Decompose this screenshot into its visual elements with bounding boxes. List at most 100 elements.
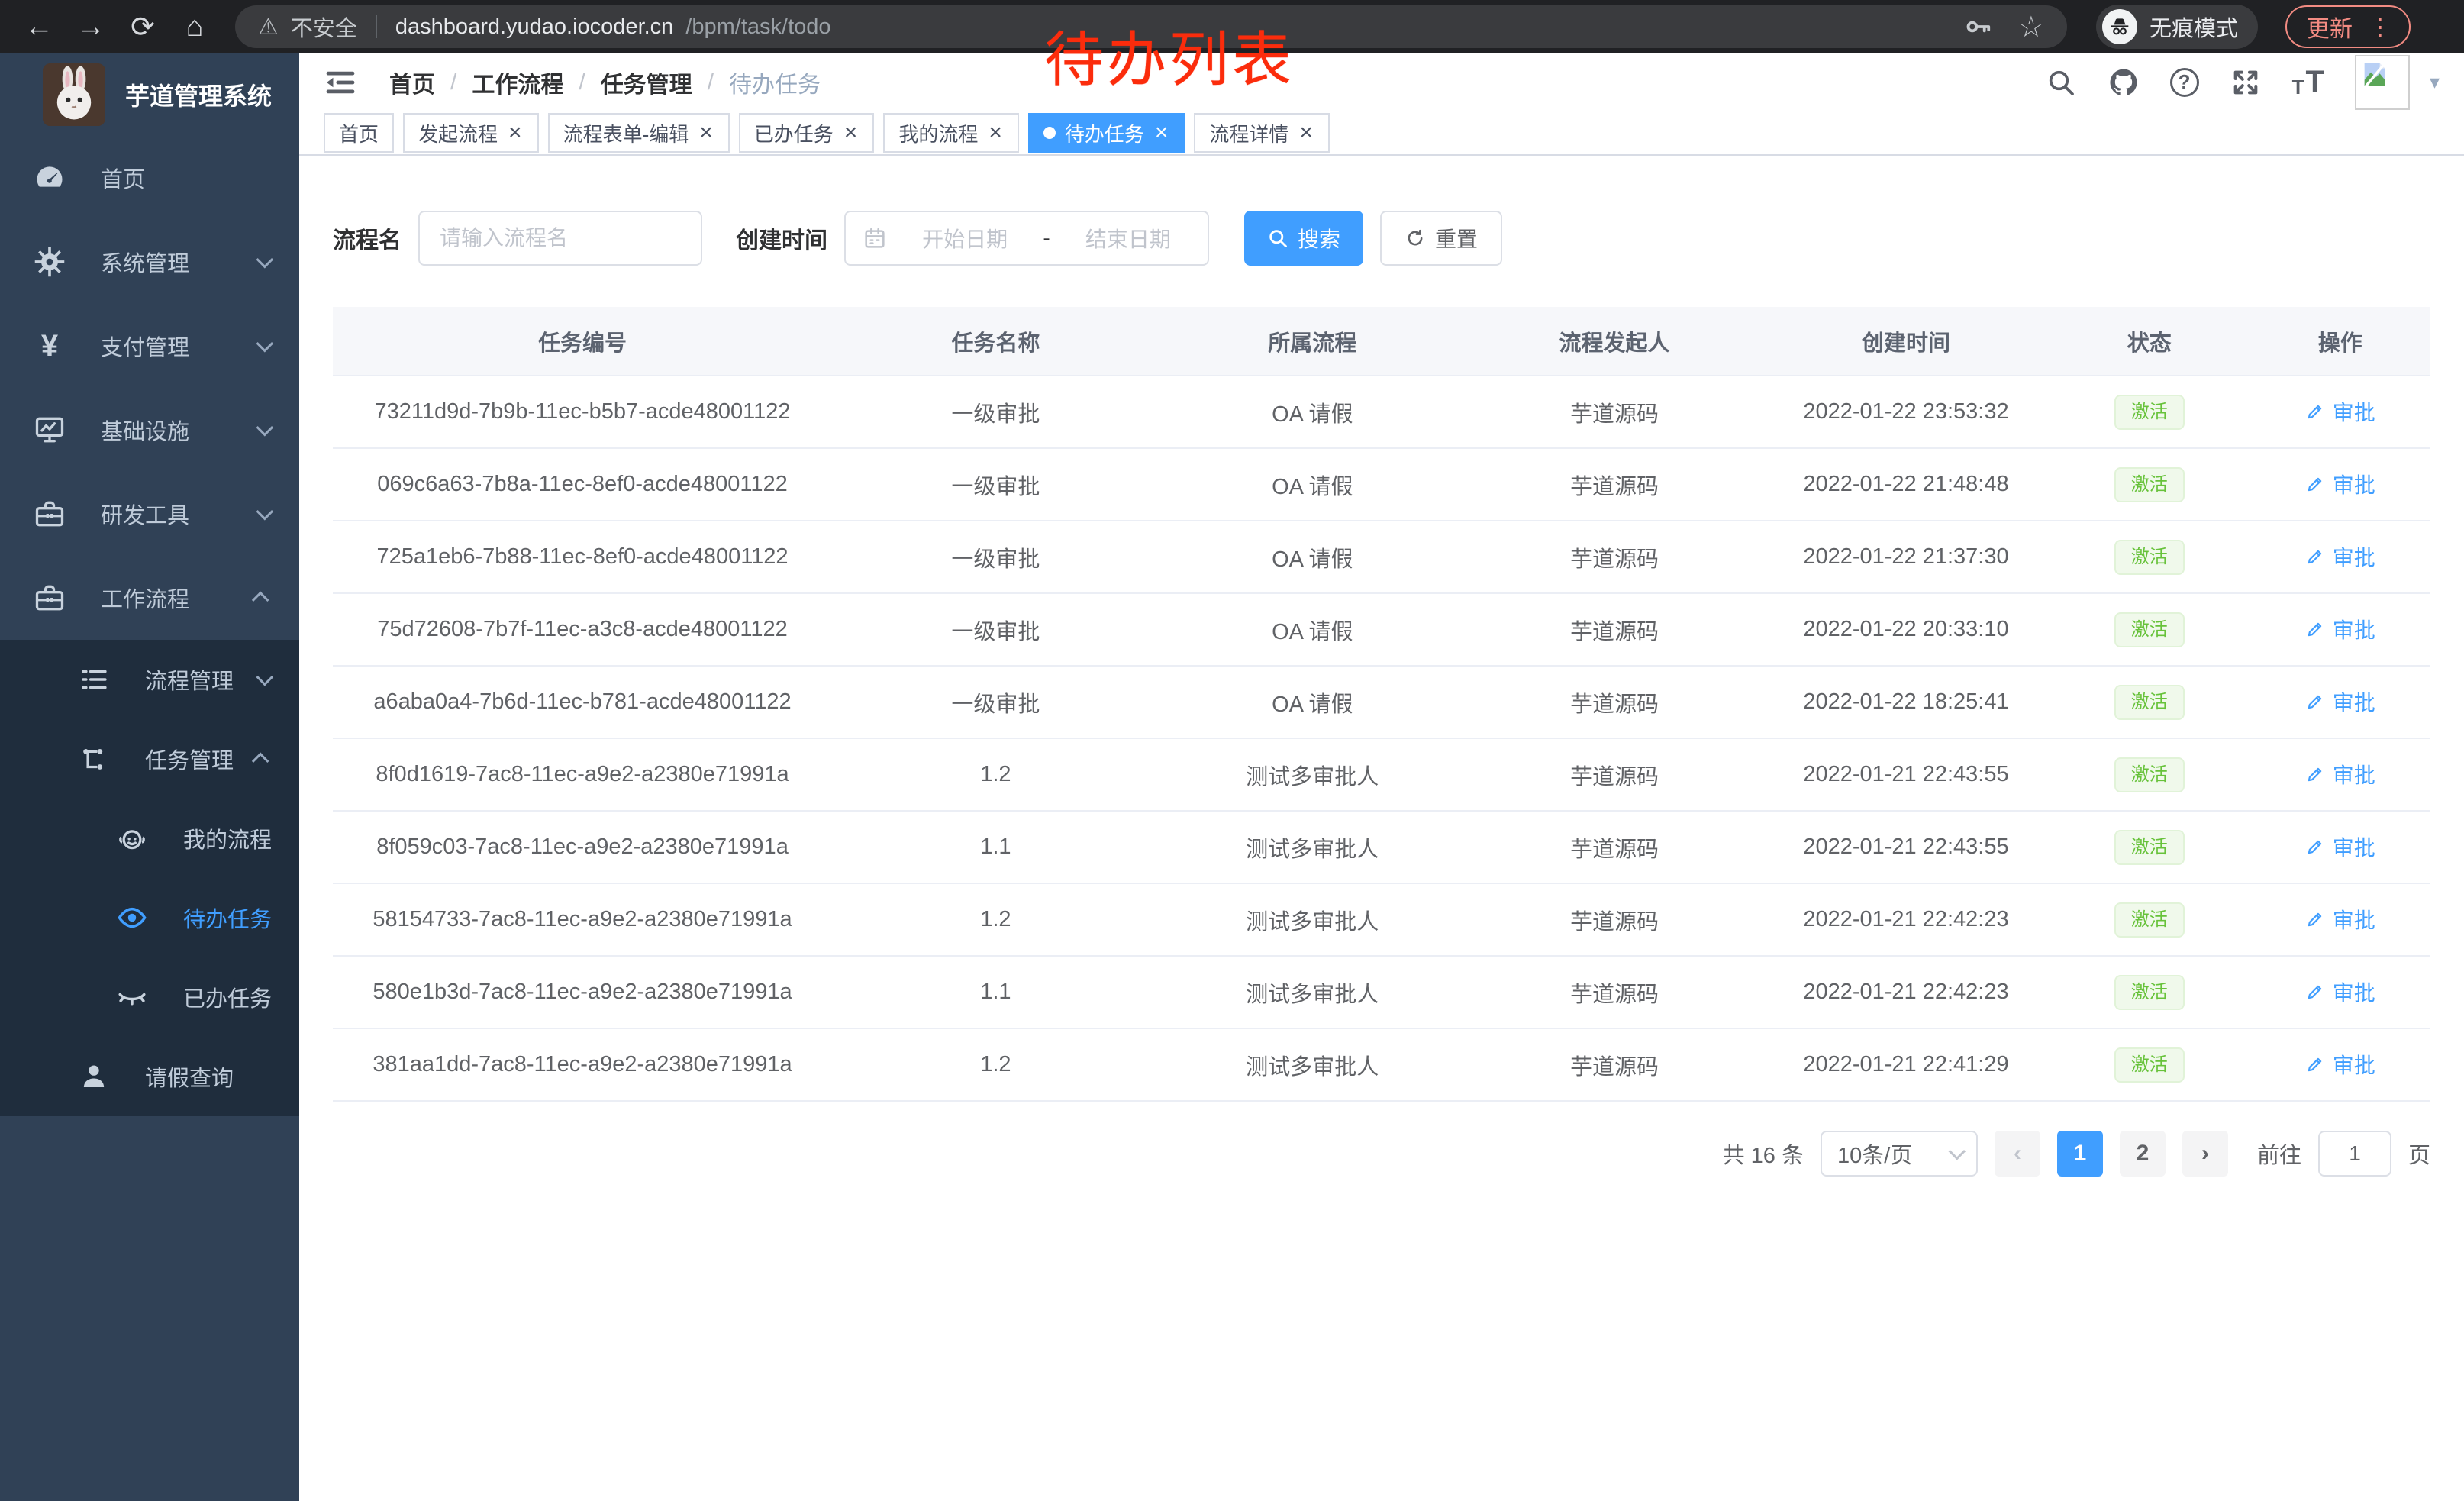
reset-button[interactable]: 重置 (1380, 211, 1502, 266)
chevron-down-icon (256, 419, 274, 437)
sidebar-item-infrastructure[interactable]: 基础设施 (0, 388, 299, 472)
cell-task-id: 725a1eb6-7b88-11ec-8ef0-acde48001122 (333, 521, 832, 593)
approve-link[interactable]: 审批 (2305, 469, 2375, 499)
table-row: 73211d9d-7b9b-11ec-b5b7-acde48001122 一级审… (333, 376, 2430, 448)
browser-back-button[interactable]: ← (17, 5, 61, 49)
back-icon: ← (24, 11, 53, 44)
cell-actions: 审批 (2250, 593, 2430, 666)
cell-starter: 芋道源码 (1466, 883, 1763, 956)
toolbox-icon (32, 580, 67, 615)
date-range-picker[interactable]: 开始日期 - 结束日期 (844, 211, 1209, 266)
search-icon[interactable] (2045, 66, 2077, 98)
approve-link[interactable]: 审批 (2305, 904, 2375, 934)
table-row: 580e1b3d-7ac8-11ec-a9e2-a2380e71991a 1.1… (333, 956, 2430, 1028)
cell-task-name: 1.2 (832, 883, 1159, 956)
cell-status: 激活 (2049, 1028, 2250, 1101)
address-divider (376, 15, 377, 38)
robot-face-icon (114, 821, 150, 856)
help-question-icon[interactable]: ? (2170, 68, 2199, 97)
tab[interactable]: 流程详情 × (1194, 113, 1330, 153)
sidebar-item-my-process[interactable]: 我的流程 (0, 799, 299, 878)
approve-link[interactable]: 审批 (2305, 614, 2375, 644)
cell-task-id: 8f0d1619-7ac8-11ec-a9e2-a2380e71991a (333, 738, 832, 811)
page-size-select[interactable]: 10条/页 (1821, 1131, 1978, 1177)
browser-reload-button[interactable]: ⟳ (121, 5, 165, 49)
sidebar-item-process-management[interactable]: 流程管理 (0, 640, 299, 719)
cell-actions: 审批 (2250, 666, 2430, 738)
breadcrumb-workflow[interactable]: 工作流程 (472, 66, 563, 99)
page-button-1[interactable]: 1 (2057, 1131, 2103, 1177)
person-icon (76, 1059, 111, 1094)
table-row: 069c6a63-7b8a-11ec-8ef0-acde48001122 一级审… (333, 448, 2430, 521)
top-navbar: 首页 / 工作流程 / 任务管理 / 待办任务 ? TT (299, 53, 2464, 111)
approve-link[interactable]: 审批 (2305, 976, 2375, 1007)
tab[interactable]: 流程表单-编辑 × (548, 113, 730, 153)
close-icon[interactable]: × (1153, 121, 1170, 144)
sidebar-collapse-icon[interactable] (324, 66, 357, 99)
cell-actions: 审批 (2250, 811, 2430, 883)
approve-link[interactable]: 审批 (2305, 831, 2375, 862)
fullscreen-icon[interactable] (2230, 66, 2262, 98)
sidebar-item-done-tasks[interactable]: 已办任务 (0, 957, 299, 1037)
update-label: 更新 (2307, 10, 2353, 44)
browser-update-button[interactable]: 更新 ⋮ (2285, 5, 2411, 48)
cell-status: 激活 (2049, 521, 2250, 593)
close-icon[interactable]: × (698, 121, 714, 144)
cell-process: OA 请假 (1159, 593, 1466, 666)
process-name-input[interactable] (418, 211, 702, 266)
avatar-caret-down-icon[interactable]: ▾ (2430, 70, 2440, 94)
cell-process: 测试多审批人 (1159, 811, 1466, 883)
edit-pencil-icon (2305, 402, 2325, 421)
bookmark-star-icon[interactable]: ☆ (2018, 10, 2044, 44)
tab[interactable]: 待办任务 × (1028, 113, 1185, 153)
approve-link[interactable]: 审批 (2305, 541, 2375, 572)
close-icon[interactable]: × (843, 121, 859, 144)
search-button[interactable]: 搜索 (1244, 211, 1363, 266)
sidebar-item-label: 工作流程 (101, 582, 189, 614)
cell-process: 测试多审批人 (1159, 1028, 1466, 1101)
sidebar-item-leave-query[interactable]: 请假查询 (0, 1037, 299, 1116)
browser-menu-icon[interactable]: ⋮ (2368, 12, 2392, 41)
approve-link[interactable]: 审批 (2305, 686, 2375, 717)
approve-link[interactable]: 审批 (2305, 1049, 2375, 1080)
next-page-button[interactable]: › (2182, 1131, 2228, 1177)
avatar[interactable] (2355, 55, 2410, 110)
edit-pencil-icon (2305, 909, 2325, 929)
prev-page-button[interactable]: ‹ (1995, 1131, 2040, 1177)
cell-created: 2022-01-22 21:37:30 (1763, 521, 2049, 593)
breadcrumb-home[interactable]: 首页 (389, 66, 435, 99)
column-status: 状态 (2049, 307, 2250, 376)
sidebar-item-dev-tools[interactable]: 研发工具 (0, 472, 299, 556)
eye-icon (114, 900, 150, 935)
tab[interactable]: 首页 (324, 113, 394, 153)
sidebar-item-label: 系统管理 (101, 246, 189, 278)
sidebar-item-system[interactable]: 系统管理 (0, 220, 299, 304)
home-icon: ⌂ (186, 11, 204, 44)
cell-task-name: 1.2 (832, 1028, 1159, 1101)
sidebar-item-home[interactable]: 首页 (0, 136, 299, 220)
goto-page-input[interactable] (2318, 1131, 2391, 1177)
approve-link[interactable]: 审批 (2305, 759, 2375, 789)
close-icon[interactable]: × (1298, 121, 1314, 144)
approve-link[interactable]: 审批 (2305, 396, 2375, 427)
browser-home-button[interactable]: ⌂ (173, 5, 217, 49)
github-icon[interactable] (2108, 66, 2140, 98)
status-badge: 激活 (2114, 685, 2185, 720)
sidebar-item-todo-tasks[interactable]: 待办任务 (0, 878, 299, 957)
tab[interactable]: 发起流程 × (403, 113, 539, 153)
font-size-icon[interactable]: TT (2292, 65, 2324, 99)
table-row: 381aa1dd-7ac8-11ec-a9e2-a2380e71991a 1.2… (333, 1028, 2430, 1101)
close-icon[interactable]: × (987, 121, 1004, 144)
sidebar-item-payment[interactable]: ¥ 支付管理 (0, 304, 299, 388)
breadcrumb-task-management[interactable]: 任务管理 (601, 66, 692, 99)
app-logo-row[interactable]: 芋道管理系统 (0, 53, 299, 136)
sidebar-item-workflow[interactable]: 工作流程 (0, 556, 299, 640)
browser-forward-button[interactable]: → (69, 5, 113, 49)
sidebar-item-task-management[interactable]: 任务管理 (0, 719, 299, 799)
tab[interactable]: 我的流程 × (883, 113, 1019, 153)
tab[interactable]: 已办任务 × (739, 113, 875, 153)
password-key-icon[interactable] (1963, 12, 1992, 41)
cell-process: OA 请假 (1159, 521, 1466, 593)
page-button-2[interactable]: 2 (2120, 1131, 2166, 1177)
close-icon[interactable]: × (507, 121, 524, 144)
